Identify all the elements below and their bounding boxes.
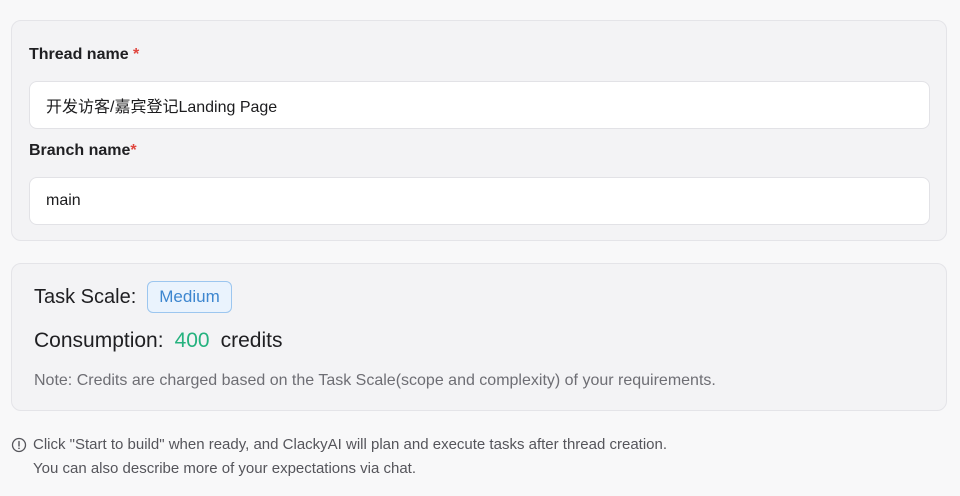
info-line-1: Click "Start to build" when ready, and C… [33, 436, 668, 453]
required-mark: * [133, 46, 140, 63]
branch-name-label-text: Branch name [29, 142, 131, 159]
consumption-row: Consumption: 400 credits [34, 329, 282, 353]
credits-value: 400 [174, 329, 210, 352]
task-scale-label: Task Scale: [34, 285, 137, 308]
branch-name-input[interactable] [29, 177, 930, 225]
task-scale-row: Task Scale: Medium [34, 281, 232, 313]
credits-unit: credits [220, 329, 283, 352]
thread-name-input[interactable] [29, 81, 930, 129]
info-message: Click "Start to build" when ready, and C… [11, 433, 667, 481]
consumption-label: Consumption: [34, 329, 164, 352]
task-scale-badge: Medium [147, 281, 232, 313]
thread-name-label-text: Thread name [29, 46, 129, 63]
branch-name-label: Branch name* [29, 142, 137, 160]
info-line-2: You can also describe more of your expec… [33, 460, 416, 477]
info-circle-icon [11, 437, 27, 453]
thread-form-card: Thread name * Branch name* [11, 20, 947, 241]
credits-note: Note: Credits are charged based on the T… [34, 372, 716, 389]
thread-name-label: Thread name * [29, 46, 139, 64]
task-scale-card: Task Scale: Medium Consumption: 400 cred… [11, 263, 947, 411]
required-mark: * [130, 142, 137, 159]
